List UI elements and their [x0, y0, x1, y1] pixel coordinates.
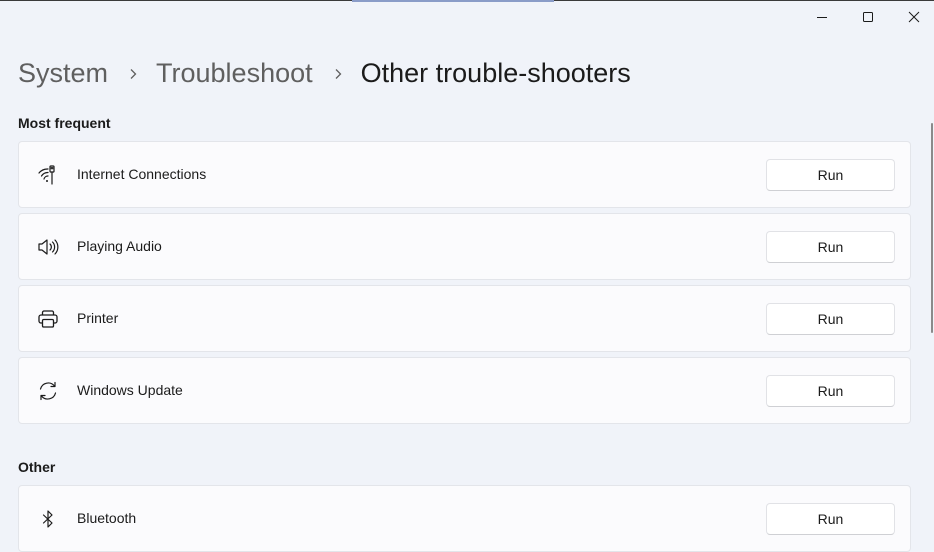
- troubleshooter-label: Internet Connections: [77, 166, 207, 182]
- run-button[interactable]: Run: [766, 159, 895, 191]
- run-button[interactable]: Run: [766, 303, 895, 335]
- breadcrumb: System Troubleshoot Other trouble-shoote…: [18, 58, 631, 89]
- wifi-ethernet-icon: [36, 163, 60, 187]
- window-top-accent: [352, 0, 554, 2]
- chevron-right-icon: [332, 68, 344, 80]
- maximize-button[interactable]: [845, 0, 891, 34]
- troubleshooter-label: Playing Audio: [77, 238, 162, 254]
- breadcrumb-system[interactable]: System: [18, 58, 108, 89]
- troubleshooter-label: Bluetooth: [77, 510, 137, 526]
- speaker-icon: [36, 235, 60, 259]
- troubleshooter-label: Printer: [77, 310, 119, 326]
- scrollbar-thumb[interactable]: [931, 123, 933, 333]
- troubleshooter-internet-connections: Internet Connections Run: [18, 141, 911, 208]
- minimize-button[interactable]: [799, 0, 845, 34]
- troubleshooter-printer: Printer Run: [18, 285, 911, 352]
- section-title-most-frequent: Most frequent: [18, 115, 111, 131]
- close-button[interactable]: [891, 0, 934, 34]
- chevron-right-icon: [127, 68, 139, 80]
- troubleshooter-windows-update: Windows Update Run: [18, 357, 911, 424]
- minimize-icon: [817, 17, 827, 18]
- breadcrumb-troubleshoot[interactable]: Troubleshoot: [156, 58, 313, 89]
- troubleshooter-bluetooth: Bluetooth Run: [18, 485, 911, 552]
- sync-icon: [36, 379, 60, 403]
- run-button[interactable]: Run: [766, 503, 895, 535]
- printer-icon: [36, 307, 60, 331]
- run-button[interactable]: Run: [766, 231, 895, 263]
- bluetooth-icon: [36, 507, 60, 531]
- section-title-other: Other: [18, 459, 56, 475]
- run-button[interactable]: Run: [766, 375, 895, 407]
- maximize-icon: [863, 12, 873, 22]
- page-title: Other trouble-shooters: [360, 58, 631, 88]
- close-icon: [908, 11, 920, 23]
- troubleshooter-label: Windows Update: [77, 382, 183, 398]
- troubleshooter-playing-audio: Playing Audio Run: [18, 213, 911, 280]
